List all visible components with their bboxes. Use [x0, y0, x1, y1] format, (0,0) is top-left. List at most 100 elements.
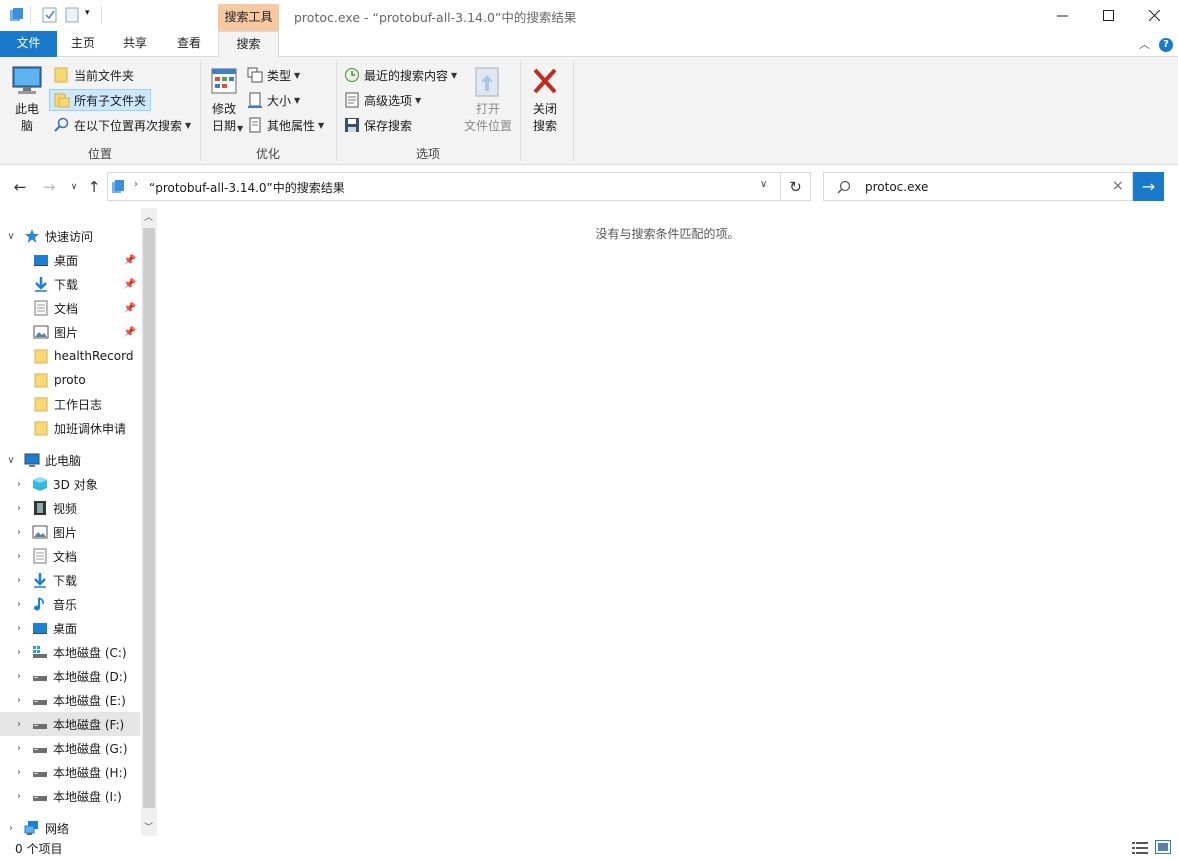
nav-item-documents[interactable]: 文档 📌: [0, 296, 140, 320]
kind-button[interactable]: 类型 ▼: [247, 64, 300, 86]
chevron-right-icon[interactable]: ›: [14, 791, 24, 802]
divider: [101, 6, 102, 24]
address-bar[interactable]: › “protobuf-all-3.14.0”中的搜索结果 ∨: [107, 172, 781, 201]
new-folder-icon[interactable]: [64, 7, 80, 26]
all-subfolders-label: 所有子文件夹: [74, 93, 147, 108]
back-button[interactable]: ←: [9, 177, 31, 197]
search-again-in-button[interactable]: 在以下位置再次搜索 ▼: [50, 114, 191, 136]
chevron-right-icon[interactable]: ›: [6, 823, 16, 834]
this-pc-button[interactable]: 此电 脑: [6, 63, 48, 143]
tab-view[interactable]: 查看: [161, 31, 217, 57]
pin-icon[interactable]: 📌: [124, 255, 136, 266]
current-folder-button[interactable]: 当前文件夹: [50, 64, 134, 86]
chevron-right-icon[interactable]: ›: [14, 743, 24, 754]
clear-search-icon[interactable]: ×: [1112, 178, 1124, 194]
forward-button[interactable]: →: [38, 177, 60, 197]
address-history-dropdown-icon[interactable]: ∨: [760, 179, 767, 190]
recent-locations-button[interactable]: ∨: [63, 177, 85, 197]
other-properties-button[interactable]: 其他属性 ▼: [247, 114, 324, 136]
nav-item-drive-h[interactable]: › 本地磁盘 (H:): [0, 760, 140, 784]
drive-icon: [32, 668, 48, 684]
chevron-right-icon[interactable]: ›: [14, 767, 24, 778]
nav-item-drive-e[interactable]: › 本地磁盘 (E:): [0, 688, 140, 712]
nav-item-drive-i[interactable]: › 本地磁盘 (I:): [0, 784, 140, 808]
save-search-button[interactable]: 保存搜索: [344, 114, 412, 136]
nav-item-downloads-pc[interactable]: › 下载: [0, 568, 140, 592]
chevron-down-icon[interactable]: ∨: [6, 455, 16, 466]
collapse-ribbon-icon[interactable]: ︿: [1139, 36, 1150, 52]
nav-item-label: 桌面: [53, 621, 78, 636]
nav-item-pictures-pc[interactable]: › 图片: [0, 520, 140, 544]
chevron-right-icon[interactable]: ›: [14, 599, 24, 610]
nav-item-downloads[interactable]: 下载 📌: [0, 272, 140, 296]
nav-item-music[interactable]: › 音乐: [0, 592, 140, 616]
pin-icon[interactable]: 📌: [124, 303, 136, 314]
scroll-thumb[interactable]: [143, 228, 155, 808]
drive-icon: [32, 764, 48, 780]
chevron-right-icon[interactable]: ›: [14, 671, 24, 682]
refresh-button[interactable]: ↻: [781, 172, 811, 201]
nav-this-pc[interactable]: ∨ 此电脑: [0, 448, 140, 472]
nav-item-desktop-pc[interactable]: › 桌面: [0, 616, 140, 640]
nav-item-pictures[interactable]: 图片 📌: [0, 320, 140, 344]
download-icon: [32, 572, 48, 588]
scroll-up-icon[interactable]: ︿: [144, 210, 153, 223]
close-search-button[interactable]: 关闭 搜索: [524, 63, 566, 143]
nav-item-overtime[interactable]: 加班调休申请: [0, 416, 140, 440]
chevron-right-icon[interactable]: ›: [14, 623, 24, 634]
nav-item-healthrecord[interactable]: healthRecord: [0, 344, 140, 368]
chevron-right-icon[interactable]: ›: [14, 647, 24, 658]
nav-item-drive-d[interactable]: › 本地磁盘 (D:): [0, 664, 140, 688]
properties-icon[interactable]: [42, 7, 58, 26]
up-button[interactable]: ↑: [83, 177, 105, 197]
size-button[interactable]: 大小 ▼: [247, 89, 300, 111]
breadcrumb[interactable]: “protobuf-all-3.14.0”中的搜索结果: [149, 179, 345, 196]
chevron-right-icon[interactable]: ›: [14, 719, 24, 730]
nav-item-label: 文档: [53, 549, 78, 564]
maximize-button[interactable]: [1085, 0, 1131, 31]
large-icons-view-icon[interactable]: [1155, 840, 1171, 857]
nav-quick-access[interactable]: ∨ 快速访问: [0, 224, 140, 248]
chevron-right-icon[interactable]: ›: [14, 527, 24, 538]
scroll-down-icon[interactable]: ﹀: [144, 820, 153, 833]
tab-search[interactable]: 搜索: [218, 31, 279, 58]
search-input[interactable]: protoc.exe: [865, 180, 928, 194]
chevron-down-icon[interactable]: ∨: [6, 231, 16, 242]
pin-icon[interactable]: 📌: [124, 327, 136, 338]
minimize-button[interactable]: [1039, 0, 1085, 31]
details-view-icon[interactable]: [1132, 841, 1148, 858]
close-button[interactable]: [1131, 0, 1177, 31]
chevron-right-icon[interactable]: ›: [14, 551, 24, 562]
nav-item-desktop[interactable]: 桌面 📌: [0, 248, 140, 272]
chevron-right-icon[interactable]: ›: [14, 575, 24, 586]
folder-icon: [33, 348, 49, 364]
tab-share[interactable]: 共享: [109, 31, 161, 57]
pin-icon[interactable]: 📌: [124, 279, 136, 290]
search-go-button[interactable]: →: [1133, 172, 1164, 201]
save-search-label: 保存搜索: [364, 118, 413, 133]
explorer-app-icon[interactable]: [9, 7, 25, 26]
open-file-location-button[interactable]: 打开 文件位置: [460, 63, 516, 143]
nav-item-drive-c[interactable]: › 本地磁盘 (C:): [0, 640, 140, 664]
all-subfolders-button[interactable]: 所有子文件夹: [49, 89, 152, 111]
breadcrumb-chevron-icon[interactable]: ›: [134, 179, 138, 190]
tab-home[interactable]: 主页: [57, 31, 109, 57]
recent-searches-button[interactable]: 最近的搜索内容 ▼: [344, 64, 457, 86]
customize-quick-access-icon[interactable]: ▾: [85, 8, 90, 18]
nav-item-proto[interactable]: proto: [0, 368, 140, 392]
file-list-view[interactable]: 没有与搜索条件匹配的项。: [157, 208, 1178, 836]
search-box[interactable]: protoc.exe ×: [823, 172, 1133, 201]
help-icon[interactable]: ?: [1159, 38, 1173, 52]
advanced-options-button[interactable]: 高级选项 ▼: [344, 89, 421, 111]
nav-item-3d-objects[interactable]: › 3D 对象: [0, 472, 140, 496]
nav-item-documents-pc[interactable]: › 文档: [0, 544, 140, 568]
nav-item-drive-f[interactable]: › 本地磁盘 (F:): [0, 712, 140, 736]
tab-file[interactable]: 文件: [0, 31, 57, 57]
chevron-right-icon[interactable]: ›: [14, 479, 24, 490]
nav-item-drive-g[interactable]: › 本地磁盘 (G:): [0, 736, 140, 760]
chevron-right-icon[interactable]: ›: [14, 503, 24, 514]
nav-item-work-log[interactable]: 工作日志: [0, 392, 140, 416]
date-modified-button[interactable]: 修改 日期 ▼: [204, 63, 244, 143]
chevron-right-icon[interactable]: ›: [14, 695, 24, 706]
nav-item-videos[interactable]: › 视频: [0, 496, 140, 520]
